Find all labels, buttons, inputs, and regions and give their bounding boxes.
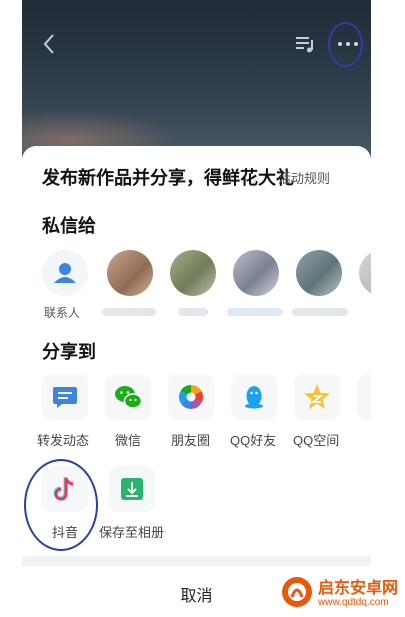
playlist-music-icon[interactable] [294,34,316,54]
qzone-button[interactable] [294,374,340,420]
rules-link[interactable]: 活动规则 [278,168,330,187]
wechat-button[interactable] [105,374,151,420]
site-watermark: 启东安卓网 www.qdtdq.com [276,569,403,615]
wechat-label: 微信 [115,433,142,448]
avatar[interactable] [296,250,342,296]
avatar[interactable] [359,250,371,296]
annotation-circle-more [328,22,363,67]
save-download-icon [121,478,143,500]
watermark-url: www.qdtdq.com [318,597,389,608]
contact-name-blurred [178,308,208,316]
share-sheet: 发布新作品并分享，得鲜花大礼 活动规则 私信给 联系人 分享到 转发动态 微信 … [22,146,371,556]
promo-title: 发布新作品并分享，得鲜花大礼 [42,168,294,188]
save-album-button[interactable] [109,466,155,512]
qzone-star-icon [304,384,330,409]
chevron-left-icon[interactable] [40,32,60,56]
contact-label: 联系人 [44,306,81,320]
moments-aperture-icon [178,385,204,409]
annotation-circle-douyin [24,459,98,551]
moments-label: 朋友圈 [171,433,211,448]
message-square-icon [53,387,77,408]
qq-friend-button[interactable] [231,374,277,420]
avatar[interactable] [233,250,279,296]
avatar[interactable] [107,250,153,296]
wechat-icon [115,386,143,409]
moments-button[interactable] [168,374,214,420]
watermark-logo-icon [282,577,312,607]
share-to-title: 分享到 [42,342,96,362]
phone-screen: 发布新作品并分享，得鲜花大礼 活动规则 私信给 联系人 分享到 转发动态 微信 … [22,0,371,617]
repost-label: 转发动态 [37,433,90,448]
save-album-label: 保存至相册 [99,525,165,540]
avatar[interactable] [170,250,216,296]
contacts-button[interactable] [42,250,88,296]
private-message-title: 私信给 [42,216,96,236]
repost-button[interactable] [42,374,88,420]
more-share-button[interactable] [357,374,371,420]
watermark-name: 启东安卓网 [318,580,399,597]
qq-penguin-icon [245,386,263,409]
contact-name-blurred [227,308,283,316]
qq-friend-label: QQ好友 [230,433,277,448]
person-icon [54,263,76,283]
qzone-label: QQ空间 [293,433,340,448]
contact-name-blurred [102,308,156,316]
video-backdrop [22,0,371,160]
contact-name-blurred [292,308,348,316]
